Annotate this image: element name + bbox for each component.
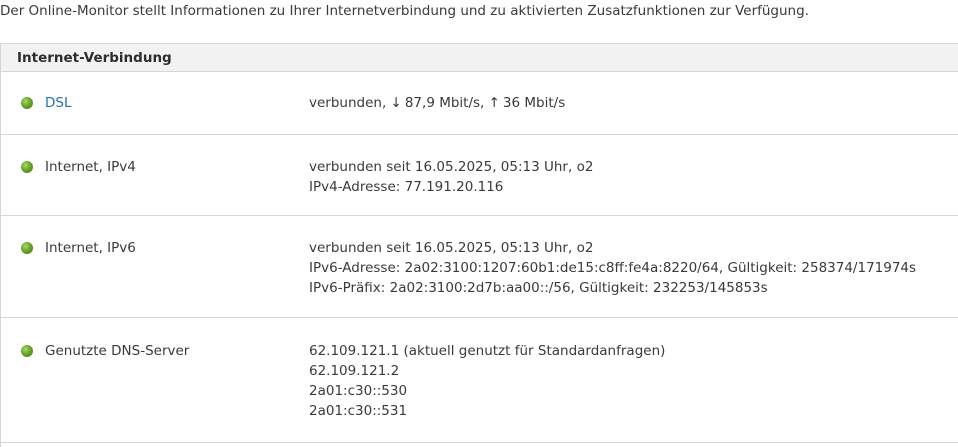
- internet-ipv6-label: Internet, IPv6: [45, 240, 136, 256]
- dns-servers-details: 62.109.121.1 (aktuell genutzt für Standa…: [309, 341, 665, 421]
- status-led-icon: [21, 242, 33, 254]
- internet-ipv4-details: verbunden seit 16.05.2025, 05:13 Uhr, o2…: [309, 157, 593, 197]
- internet-connection-panel: Internet-Verbindung DSL verbunden, ↓ 87,…: [0, 43, 958, 447]
- dsl-details: verbunden, ↓ 87,9 Mbit/s, ↑ 36 Mbit/s: [309, 93, 565, 113]
- dns-server-entry: 2a01:c30::531: [309, 403, 408, 419]
- dns-servers-label: Genutzte DNS-Server: [45, 343, 190, 359]
- ipv4-address: IPv4-Adresse: 77.191.20.116: [309, 179, 504, 195]
- dsl-downstream-rate: 87,9 Mbit/s,: [404, 95, 485, 111]
- ipv6-prefix: IPv6-Präfix: 2a02:3100:2d7b:aa00::/56, G…: [309, 280, 768, 296]
- row-dns-servers: Genutzte DNS-Server 62.109.121.1 (aktuel…: [1, 318, 958, 443]
- dns-server-entry: 2a01:c30::530: [309, 383, 408, 399]
- dns-server-entry: 62.109.121.2: [309, 363, 400, 379]
- arrow-down-icon: ↓: [390, 95, 402, 111]
- status-led-icon: [21, 97, 33, 109]
- status-led-icon: [21, 161, 33, 173]
- ipv6-address: IPv6-Adresse: 2a02:3100:1207:60b1:de15:c…: [309, 260, 917, 276]
- row-dsl: DSL verbunden, ↓ 87,9 Mbit/s, ↑ 36 Mbit/…: [1, 72, 958, 135]
- ipv6-connected-since: verbunden seit 16.05.2025, 05:13 Uhr, o2: [309, 240, 594, 256]
- panel-title: Internet-Verbindung: [1, 44, 958, 72]
- internet-ipv6-details: verbunden seit 16.05.2025, 05:13 Uhr, o2…: [309, 238, 916, 298]
- dsl-link[interactable]: DSL: [45, 93, 72, 113]
- arrow-up-icon: ↑: [488, 95, 500, 111]
- ipv4-connected-since: verbunden seit 16.05.2025, 05:13 Uhr, o2: [309, 159, 594, 175]
- internet-ipv4-label: Internet, IPv4: [45, 159, 136, 175]
- row-internet-ipv4: Internet, IPv4 verbunden seit 16.05.2025…: [1, 135, 958, 216]
- dns-server-entry: 62.109.121.1 (aktuell genutzt für Standa…: [309, 343, 666, 359]
- dsl-upstream-rate: 36 Mbit/s: [502, 95, 566, 111]
- intro-text: Der Online-Monitor stellt Informationen …: [0, 3, 809, 19]
- row-internet-ipv6: Internet, IPv6 verbunden seit 16.05.2025…: [1, 216, 958, 318]
- status-led-icon: [21, 345, 33, 357]
- dsl-status-text: verbunden,: [309, 95, 387, 111]
